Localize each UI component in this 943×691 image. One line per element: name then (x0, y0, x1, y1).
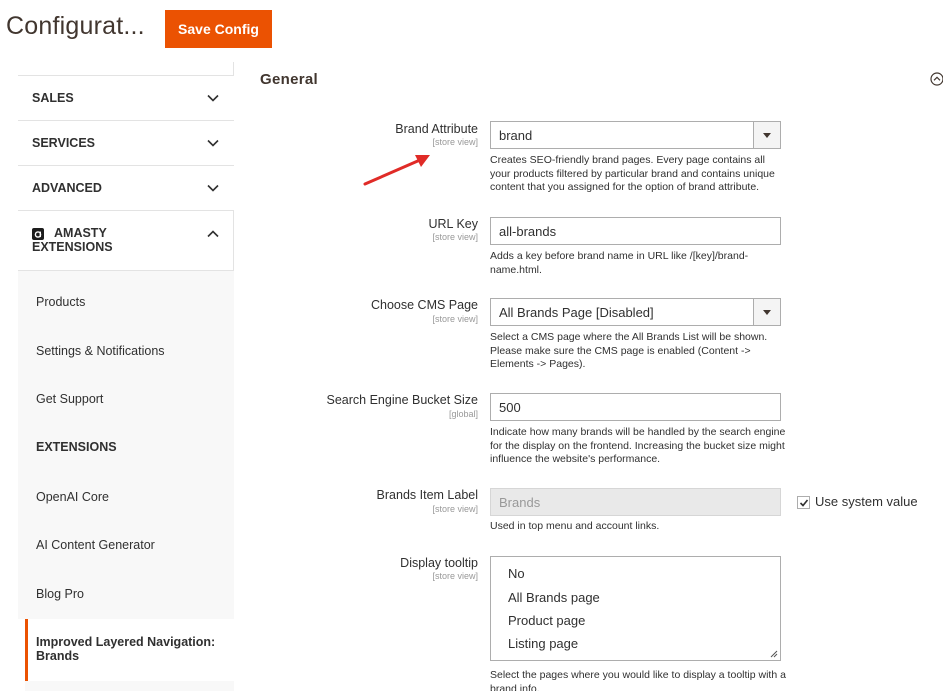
input-value: 500 (499, 400, 521, 415)
sidebar-bottom (25, 681, 234, 691)
scope-label: [store view] (432, 232, 478, 242)
display-tooltip-note: Select the pages where you would like to… (490, 669, 786, 691)
select-value: brand (499, 128, 533, 143)
annotation-arrow-icon (363, 155, 430, 186)
multiselect-option[interactable]: Product page (508, 613, 585, 628)
chevron-down-icon (207, 94, 219, 102)
collapse-icon[interactable] (930, 72, 943, 86)
item-label-label: Brands Item Label (376, 488, 478, 502)
page-header: Configurat... Save Config (0, 0, 943, 58)
save-config-button[interactable]: Save Config (165, 10, 272, 48)
bucket-size-label: Search Engine Bucket Size (326, 393, 478, 407)
url-key-note: Adds a key before brand name in URL like… (490, 250, 749, 276)
bucket-size-input[interactable]: 500 (490, 393, 781, 421)
sidebar-section-label: AMASTY EXTENSIONS (32, 226, 192, 254)
bucket-size-note: Indicate how many brands will be handled… (490, 426, 786, 465)
dropdown-arrow-icon (753, 299, 780, 325)
dropdown-arrow-icon (753, 122, 780, 148)
scope-label: [global] (448, 409, 478, 419)
sidebar-section-advanced[interactable]: ADVANCED (18, 166, 234, 211)
multiselect-option[interactable]: No (508, 566, 525, 581)
chevron-up-icon (207, 230, 219, 238)
use-system-value-checkbox[interactable] (797, 496, 810, 509)
amasty-label-line1: AMASTY (54, 226, 107, 240)
sidebar-extensions-heading: EXTENSIONS (36, 440, 117, 454)
sidebar-section-label: ADVANCED (32, 181, 102, 195)
scope-label: [store view] (432, 137, 478, 147)
sidebar-item-layered-navigation-brands[interactable]: Improved Layered Navigation: Brands (25, 619, 234, 681)
item-label-note: Used in top menu and account links. (490, 520, 660, 532)
use-system-value-label[interactable]: Use system value (815, 494, 918, 509)
brand-attribute-note: Creates SEO-friendly brand pages. Every … (490, 154, 775, 193)
brand-attribute-select[interactable]: brand (490, 121, 781, 149)
scope-label: [store view] (432, 314, 478, 324)
sidebar-item-openai-core[interactable]: OpenAI Core (36, 490, 109, 504)
sidebar-section-label: SERVICES (32, 136, 95, 150)
scope-label: [store view] (432, 504, 478, 514)
cms-page-note: Select a CMS page where the All Brands L… (490, 331, 768, 370)
item-label-input: Brands (490, 488, 781, 516)
checkmark-icon (799, 499, 809, 507)
display-tooltip-multiselect[interactable]: No All Brands page Product page Listing … (490, 556, 781, 661)
url-key-label: URL Key (428, 217, 478, 231)
config-main: General Brand Attribute [store view] bra… (234, 58, 943, 691)
amasty-submenu: Products Settings & Notifications Get Su… (18, 271, 234, 619)
sidebar-section-services[interactable]: SERVICES (18, 121, 234, 166)
sidebar-item-products[interactable]: Products (36, 295, 85, 309)
sidebar-item-get-support[interactable]: Get Support (36, 392, 103, 406)
sidebar-item-blog-pro[interactable]: Blog Pro (36, 587, 84, 601)
url-key-input[interactable]: all-brands (490, 217, 781, 245)
config-sidebar: SALES SERVICES ADVANCED AMASTY EXTENSION… (18, 62, 234, 691)
chevron-down-icon (207, 139, 219, 147)
sidebar-item-ai-content-generator[interactable]: AI Content Generator (36, 538, 155, 552)
multiselect-option[interactable]: Listing page (508, 636, 578, 651)
resize-handle-icon[interactable] (769, 649, 778, 658)
sidebar-section-amasty-extensions[interactable]: AMASTY EXTENSIONS (18, 212, 234, 271)
scope-label: [store view] (432, 571, 478, 581)
multiselect-option[interactable]: All Brands page (508, 590, 600, 605)
input-value: Brands (499, 495, 541, 510)
page-title: Configurat... (6, 12, 145, 40)
sidebar-item-settings-notifications[interactable]: Settings & Notifications (36, 344, 165, 358)
sidebar-section-sales[interactable]: SALES (18, 76, 234, 121)
chevron-down-icon (207, 184, 219, 192)
display-tooltip-label: Display tooltip (400, 556, 478, 570)
section-title-general[interactable]: General (260, 71, 318, 88)
sidebar-divider (18, 62, 234, 76)
input-value: all-brands (499, 224, 557, 239)
cms-page-select[interactable]: All Brands Page [Disabled] (490, 298, 781, 326)
cms-page-label: Choose CMS Page (370, 298, 478, 312)
brand-attribute-label: Brand Attribute (395, 122, 478, 136)
sidebar-section-label: SALES (32, 91, 74, 105)
amasty-label-line2: EXTENSIONS (32, 240, 113, 254)
select-value: All Brands Page [Disabled] (499, 305, 654, 320)
sidebar-item-label: Improved Layered Navigation: Brands (36, 635, 216, 663)
